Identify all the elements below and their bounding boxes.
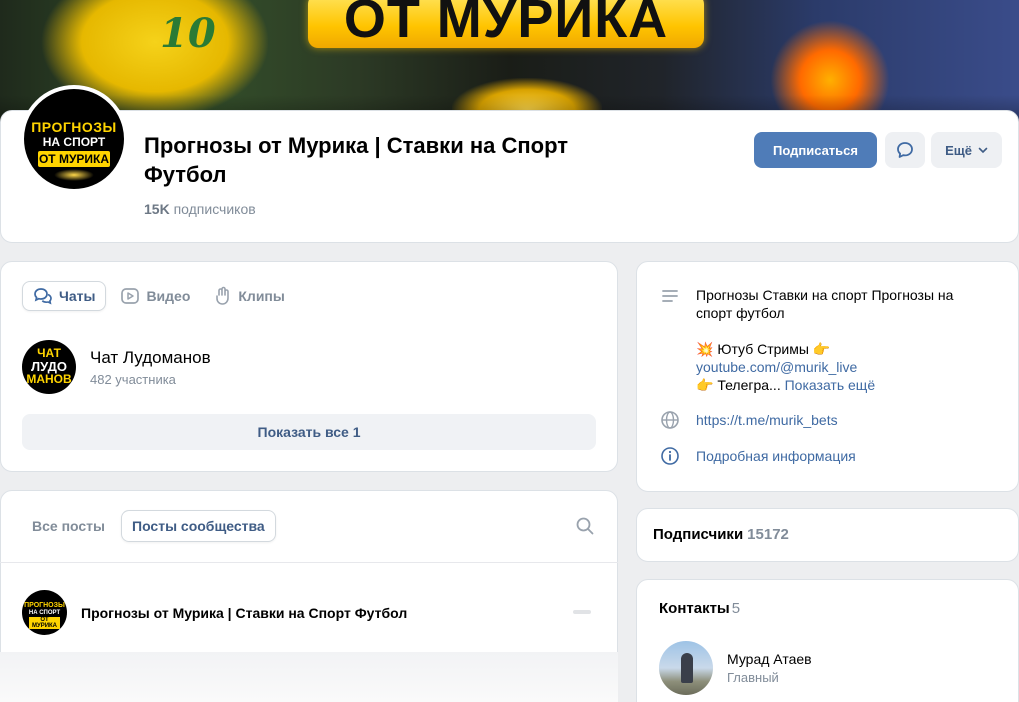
subscribers-total: 15172 [747,526,789,543]
search-icon [576,517,594,535]
tab-chats[interactable]: Чаты [22,281,107,311]
avatar-coins [54,169,94,181]
post-content-placeholder [0,652,618,702]
more-button-label: Ещё [945,142,972,158]
contact-name: Мурад Атаев [727,651,812,667]
tab-community-posts[interactable]: Посты сообщества [121,510,276,542]
group-description: Прогнозы Ставки на спорт Прогнозы на спо… [696,287,954,321]
post-avatar-text-1: ПРОГНОЗЫ [24,602,65,609]
details-link[interactable]: Подробная информация [696,448,856,464]
subscribers-count: 15K [144,201,170,217]
contact-role: Главный [727,670,779,685]
youtube-link[interactable]: youtube.com/@murik_live [696,358,986,376]
website-link[interactable]: https://t.me/murik_bets [696,412,838,428]
search-posts-button[interactable] [575,516,595,541]
avatar-text-1: ПРОГНОЗЫ [31,119,117,135]
more-button[interactable]: Ещё [931,132,1002,168]
tab-clips-label: Клипы [238,288,285,304]
subscribers-summary[interactable]: 15K подписчиков [144,201,256,217]
message-button[interactable] [885,132,925,168]
group-avatar[interactable]: ПРОГНОЗЫ НА СПОРТ ОТ МУРИКА [20,85,128,193]
divider [0,562,618,563]
youtube-prefix: 💥 Ютуб Стримы 👉 [696,341,831,357]
tab-all-posts[interactable]: Все посты [22,510,115,542]
chevron-down-icon [978,147,988,154]
subscribers-card-title: Подписчики 15172 [653,526,789,543]
chat-item[interactable]: ЧАТ ЛУДО МАНОВ Чат Лудоманов 482 участни… [22,340,211,394]
subscribe-button[interactable]: Подписаться [754,132,877,168]
group-title: Прогнозы от Мурика | Ставки на Спорт Фут… [144,133,569,187]
chat-avatar: ЧАТ ЛУДО МАНОВ [22,340,76,394]
tab-video-label: Видео [146,288,191,304]
cover-banner: ОТ МУРИКА [308,0,704,48]
tab-clips[interactable]: Клипы [204,281,294,311]
contacts-title-label: Контакты [659,600,730,617]
post-avatar-text-2: НА СПОРТ [28,610,61,616]
tab-chats-label: Чаты [59,288,96,304]
subscribers-title-label: Подписчики [653,526,744,543]
chat-members: 482 участника [90,371,176,387]
chat-bubbles-icon [34,288,52,305]
info-details-row: Подробная информация [660,446,856,466]
posts-tabs: Все посты Посты сообщества [22,510,276,542]
avatar-text-2: НА СПОРТ [42,135,106,149]
post-avatar-text-3: ОТ МУРИКА [29,617,60,629]
info-description-row: Прогнозы Ставки на спорт Прогнозы на спо… [660,286,986,394]
video-play-icon [121,288,140,304]
post-header: ПРОГНОЗЫ НА СПОРТ ОТ МУРИКА Прогнозы от … [22,590,407,635]
chat-avatar-text-3: МАНОВ [26,372,72,386]
globe-icon [661,411,679,429]
contacts-title[interactable]: Контакты 5 [659,600,740,617]
contacts-count: 5 [731,600,741,617]
contact-item[interactable]: Мурад Атаев Главный [659,641,812,695]
telegram-prefix: 👉 Телегра... [696,377,781,393]
cover-banner-text: ОТ МУРИКА [343,0,669,49]
chat-name: Чат Лудоманов [90,347,211,367]
post-menu-button[interactable] [573,610,591,614]
clip-hand-icon [216,286,230,305]
message-icon [897,142,913,158]
info-icon [661,447,679,465]
tab-video[interactable]: Видео [110,281,200,311]
jersey-number: 10 [160,10,216,57]
contact-avatar-figure [681,653,693,683]
show-all-chats-button[interactable]: Показать все 1 [22,414,596,450]
info-website-row: https://t.me/murik_bets [660,410,838,430]
contact-avatar [659,641,713,695]
avatar-text-3: ОТ МУРИКА [38,151,110,167]
show-more-link[interactable]: Показать ещё [785,377,876,393]
cover-image: 10 ОТ МУРИКА [0,0,1019,125]
subscribers-label: подписчиков [173,201,256,217]
post-author-avatar[interactable]: ПРОГНОЗЫ НА СПОРТ ОТ МУРИКА [22,590,67,635]
post-author-name[interactable]: Прогнозы от Мурика | Ставки на Спорт Фут… [81,605,407,621]
media-tabs: Чаты Видео Клипы [22,281,295,311]
description-lines-icon [662,290,678,302]
